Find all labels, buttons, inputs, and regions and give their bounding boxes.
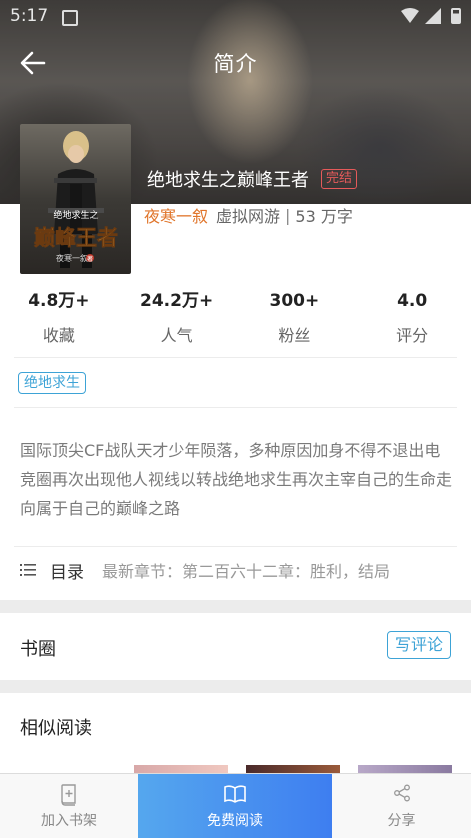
author-name[interactable]: 夜寒一叙 — [144, 203, 208, 227]
free-read-label: 免费阅读 — [207, 813, 263, 829]
wifi-icon — [401, 8, 419, 23]
share-button[interactable]: 分享 — [332, 774, 471, 838]
add-to-shelf-button[interactable]: 加入书架 — [0, 774, 138, 838]
cover-title-text: 巅峰王者 — [34, 225, 118, 250]
catalog-label: 目录 — [50, 562, 84, 583]
word-count: 53 万字 — [295, 207, 353, 226]
list-icon — [20, 564, 36, 576]
genre-tag[interactable]: 绝地求生 — [18, 372, 86, 394]
status-bar: 5:17 — [0, 0, 471, 32]
notification-icon — [62, 10, 78, 26]
latest-chapter: 最新章节：第二百六十二章：胜利，结局 — [102, 562, 391, 581]
stat-rating: 4.0 评分 — [353, 288, 471, 350]
catalog-row[interactable]: 目录 最新章节：第二百六十二章：胜利，结局 — [20, 556, 390, 584]
meta-separator: | — [285, 205, 291, 225]
book-meta: 夜寒一叙 虚拟网游 | 53 万字 — [144, 203, 353, 227]
book-title: 绝地求生之巅峰王者 — [147, 170, 309, 191]
cover-badge-text: 著 — [87, 255, 93, 263]
stat-value: 24.2万+ — [140, 291, 214, 311]
divider — [14, 357, 457, 358]
stat-fans: 300+ 粉丝 — [236, 288, 354, 350]
share-label: 分享 — [387, 813, 416, 829]
divider — [14, 407, 457, 408]
write-review-button[interactable]: 写评论 — [386, 631, 451, 659]
cover-author-text: 夜寒一叙 — [56, 253, 88, 263]
bottom-action-bar: 加入书架 免费阅读 分享 — [0, 773, 471, 838]
genre: 虚拟网游 — [216, 207, 281, 226]
book-description: 国际顶尖CF战队天才少年陨落，多种原因加身不得不退出电竞圈再次出现他人视线以转战… — [20, 441, 453, 518]
status-time: 5:17 — [10, 6, 49, 26]
cover-series-text: 绝地求生之 — [53, 209, 98, 221]
stat-value: 4.8万+ — [28, 291, 90, 311]
top-bar: 简介 — [0, 40, 471, 86]
book-title-row: 绝地求生之巅峰王者 完结 — [147, 166, 358, 192]
book-cover[interactable]: 绝地求生之 巅峰王者 夜寒一叙 著 — [20, 124, 131, 274]
share-icon — [393, 784, 410, 802]
book-circle-title: 书圈 — [20, 639, 56, 660]
stat-popularity: 24.2万+ 人气 — [118, 288, 236, 350]
bookshelf-add-icon — [61, 784, 76, 806]
stat-value: 300+ — [269, 291, 320, 311]
open-book-icon — [224, 785, 246, 803]
free-read-button[interactable]: 免费阅读 — [138, 774, 332, 838]
divider — [14, 546, 457, 547]
stat-value: 4.0 — [397, 291, 428, 311]
book-cover-image: 绝地求生之 巅峰王者 夜寒一叙 著 — [20, 124, 131, 274]
add-to-shelf-label: 加入书架 — [41, 813, 97, 829]
stat-label: 粉丝 — [278, 326, 311, 345]
similar-reading-title: 相似阅读 — [20, 718, 92, 739]
signal-icon — [425, 8, 441, 24]
stat-label: 人气 — [160, 326, 193, 345]
section-gap — [0, 680, 471, 693]
stat-label: 收藏 — [42, 326, 75, 345]
stat-favorites: 4.8万+ 收藏 — [0, 288, 118, 350]
status-badge: 完结 — [321, 169, 358, 189]
section-gap — [0, 600, 471, 613]
battery-icon — [451, 8, 461, 24]
page-title: 简介 — [213, 52, 258, 76]
stats-row: 4.8万+ 收藏 24.2万+ 人气 300+ 粉丝 4.0 评分 — [0, 288, 471, 350]
stat-label: 评分 — [396, 326, 429, 345]
